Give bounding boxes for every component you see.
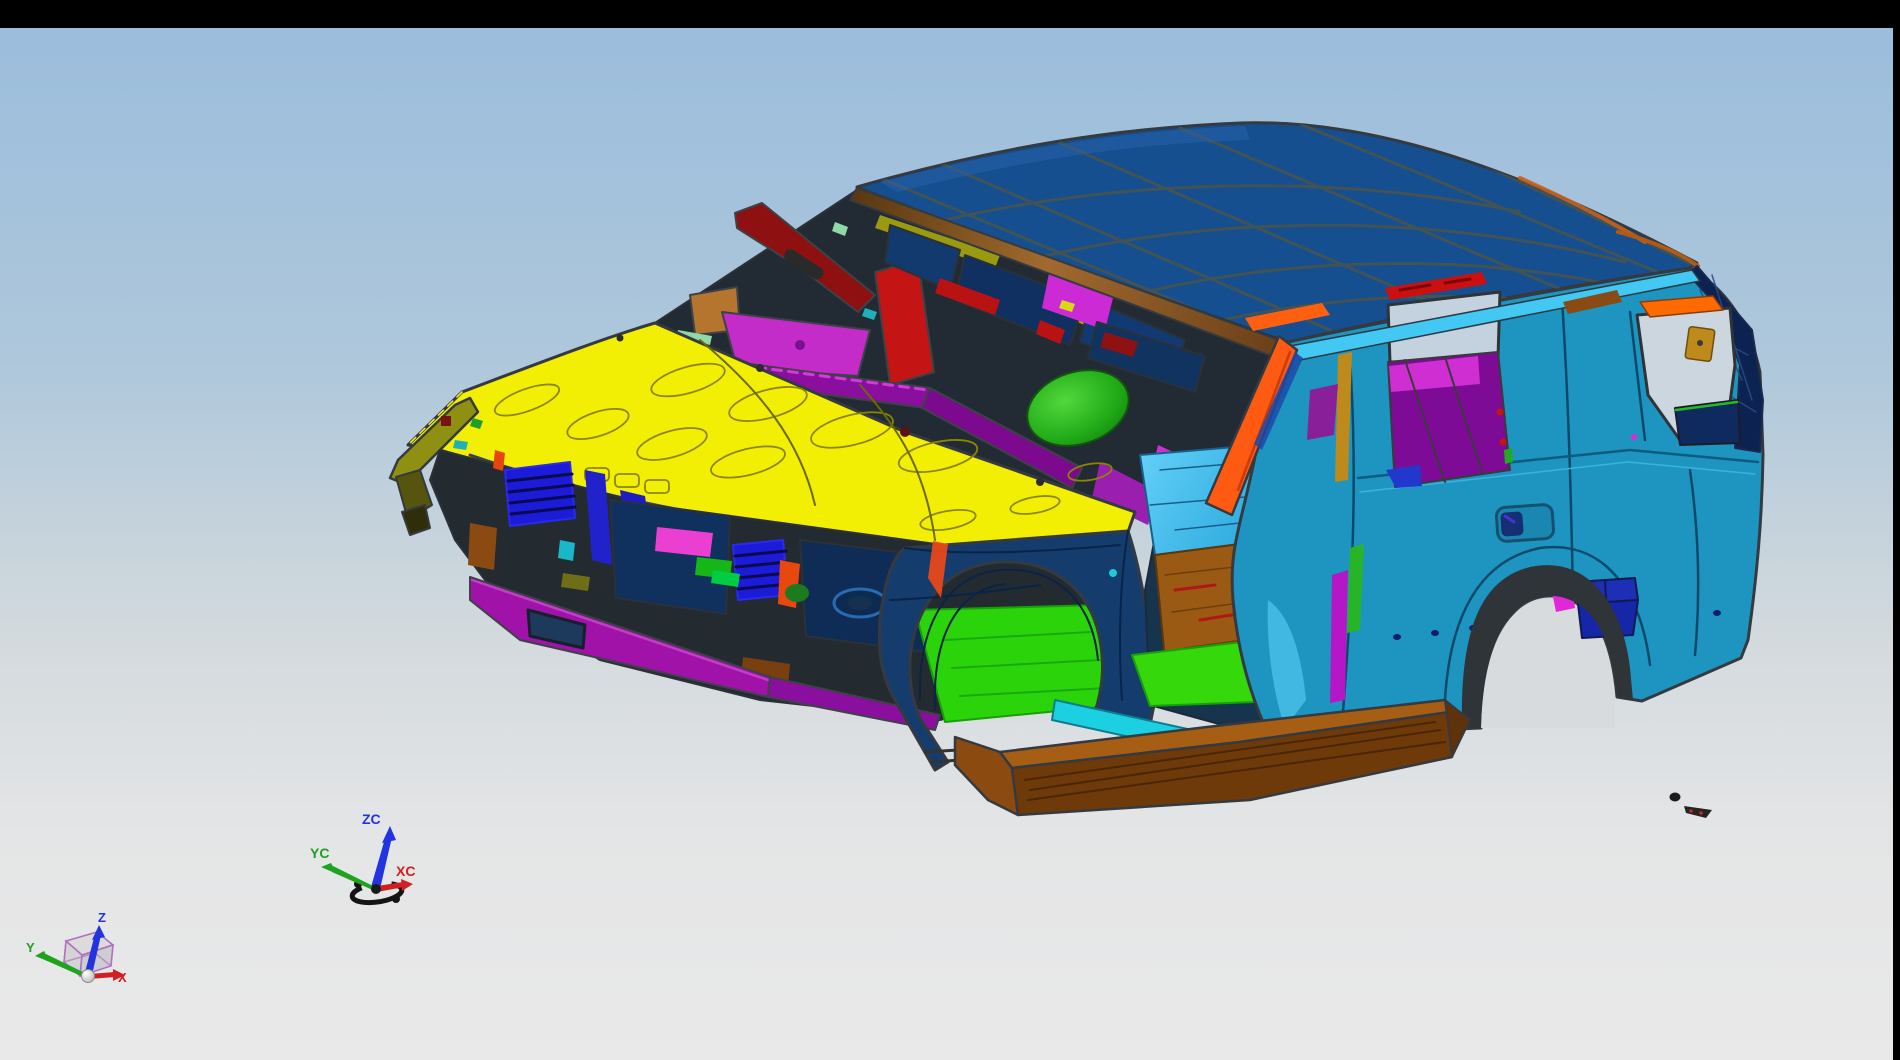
fender-red-chip: [441, 416, 451, 426]
wcs-x-label: XC: [396, 863, 415, 879]
green-knob: [785, 584, 809, 602]
brown-bit: [468, 523, 497, 570]
headlamp-opening-inner: [848, 596, 872, 610]
cyan-sliver: [558, 540, 575, 561]
front-navy-panel: [610, 500, 730, 614]
top-black-bar: [0, 0, 1900, 28]
graphics-viewport[interactable]: ZC YC XC Z Y X: [0, 0, 1900, 1060]
view-x-label: X: [118, 970, 127, 985]
b-pillar-purple-patch: [1307, 384, 1338, 440]
fender-hole: [1109, 569, 1117, 577]
cad-application-window: ZC YC XC Z Y X: [0, 0, 1900, 1060]
wcs-z-label: ZC: [362, 811, 381, 827]
trim-green-chip: [1504, 448, 1513, 464]
right-black-edge: [1893, 28, 1900, 1060]
orange-accent: [493, 450, 505, 471]
b-pillar-magenta-strip: [1330, 570, 1348, 703]
view-y-label: Y: [26, 940, 35, 955]
cowl-dot: [795, 340, 805, 350]
view-z-label: Z: [98, 910, 106, 925]
view-origin-sphere: [82, 970, 95, 983]
wcs-y-label: YC: [310, 845, 329, 861]
door-handle[interactable]: [1496, 504, 1554, 542]
sill-magenta-dot: [1631, 434, 1637, 440]
wcs-origin[interactable]: [371, 884, 381, 894]
grille-block-left[interactable]: [505, 462, 575, 526]
